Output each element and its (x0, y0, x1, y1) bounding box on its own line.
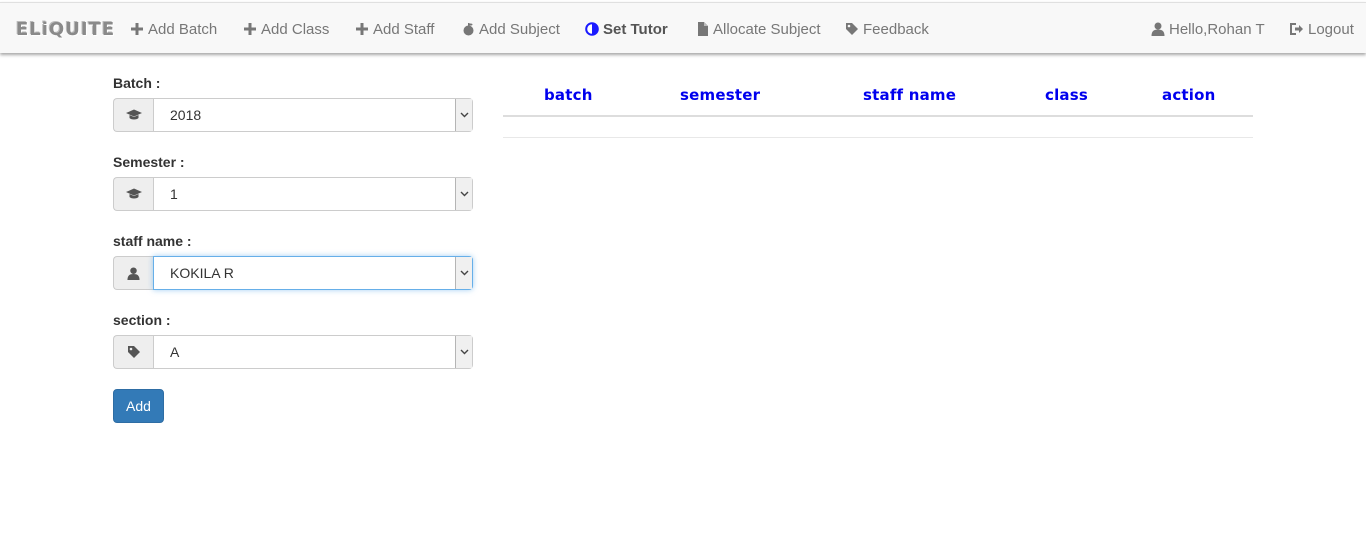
plus-icon (131, 23, 143, 35)
adjust-icon (585, 22, 599, 36)
table-header-batch: batch (544, 86, 593, 104)
table-header-staff-name: staff name (863, 86, 957, 104)
staff-select[interactable]: KOKILA R (153, 256, 473, 290)
navbar: ELiQUITE Add Batch Add Class Add Staff A… (0, 2, 1366, 53)
semester-select[interactable]: 1 (153, 177, 473, 211)
section-select-value: A (170, 344, 180, 360)
nav-add-batch-label: Add Batch (148, 20, 218, 38)
apple-icon (463, 23, 474, 36)
tag-icon (127, 346, 140, 358)
table-header-action: action (1162, 86, 1216, 104)
brand-logo[interactable]: ELiQUITE (16, 19, 115, 40)
chevron-down-icon[interactable] (455, 257, 472, 289)
nav-user[interactable]: Hello,Rohan T (1151, 19, 1265, 39)
semester-select-value: 1 (170, 186, 178, 202)
semester-input-group: 1 (113, 177, 473, 211)
nav-allocate-subject-label: Allocate Subject (713, 20, 821, 38)
nav-set-tutor[interactable]: Set Tutor (585, 19, 668, 39)
tag-icon (846, 23, 858, 35)
nav-add-class-label: Add Class (261, 20, 330, 38)
chevron-down-icon[interactable] (455, 99, 472, 131)
nav-add-class[interactable]: Add Class (243, 19, 329, 39)
section-addon (113, 335, 153, 369)
table-empty-row (503, 137, 1253, 138)
plus-icon (244, 23, 256, 35)
batch-select[interactable]: 2018 (153, 98, 473, 132)
section-select[interactable]: A (153, 335, 473, 369)
logout-icon (1290, 23, 1303, 35)
graduation-cap-icon (125, 188, 142, 199)
nav-logout-label: Logout (1308, 20, 1354, 38)
semester-addon (113, 177, 153, 211)
batch-addon (113, 98, 153, 132)
staff-input-group: KOKILA R (113, 256, 473, 290)
user-icon (1151, 22, 1165, 36)
nav-user-label: Hello,Rohan T (1169, 20, 1265, 38)
batch-select-value: 2018 (170, 107, 202, 123)
table-header-divider (503, 115, 1253, 117)
batch-input-group: 2018 (113, 98, 473, 132)
nav-set-tutor-label: Set Tutor (603, 20, 668, 38)
staff-name-label: staff name : (113, 233, 192, 249)
nav-add-staff[interactable]: Add Staff (355, 19, 434, 39)
add-button[interactable]: Add (113, 389, 164, 423)
table-header-class: class (1045, 86, 1089, 104)
staff-addon (113, 256, 153, 290)
semester-label: Semester : (113, 154, 185, 170)
chevron-down-icon[interactable] (455, 178, 472, 210)
staff-select-value: KOKILA R (170, 265, 234, 281)
graduation-cap-icon (125, 109, 142, 120)
nav-add-batch[interactable]: Add Batch (130, 19, 217, 39)
section-label: section : (113, 312, 171, 328)
nav-feedback-label: Feedback (863, 20, 929, 38)
batch-label: Batch : (113, 75, 161, 91)
file-icon (698, 22, 708, 36)
nav-feedback[interactable]: Feedback (845, 19, 929, 39)
nav-add-staff-label: Add Staff (373, 20, 435, 38)
user-icon (127, 266, 140, 280)
table-header-semester: semester (680, 86, 761, 104)
chevron-down-icon[interactable] (455, 336, 472, 368)
section-input-group: A (113, 335, 473, 369)
nav-add-subject[interactable]: Add Subject (462, 19, 560, 39)
nav-allocate-subject[interactable]: Allocate Subject (697, 19, 821, 39)
nav-add-subject-label: Add Subject (479, 20, 560, 38)
nav-logout[interactable]: Logout (1289, 19, 1354, 39)
plus-icon (356, 23, 368, 35)
